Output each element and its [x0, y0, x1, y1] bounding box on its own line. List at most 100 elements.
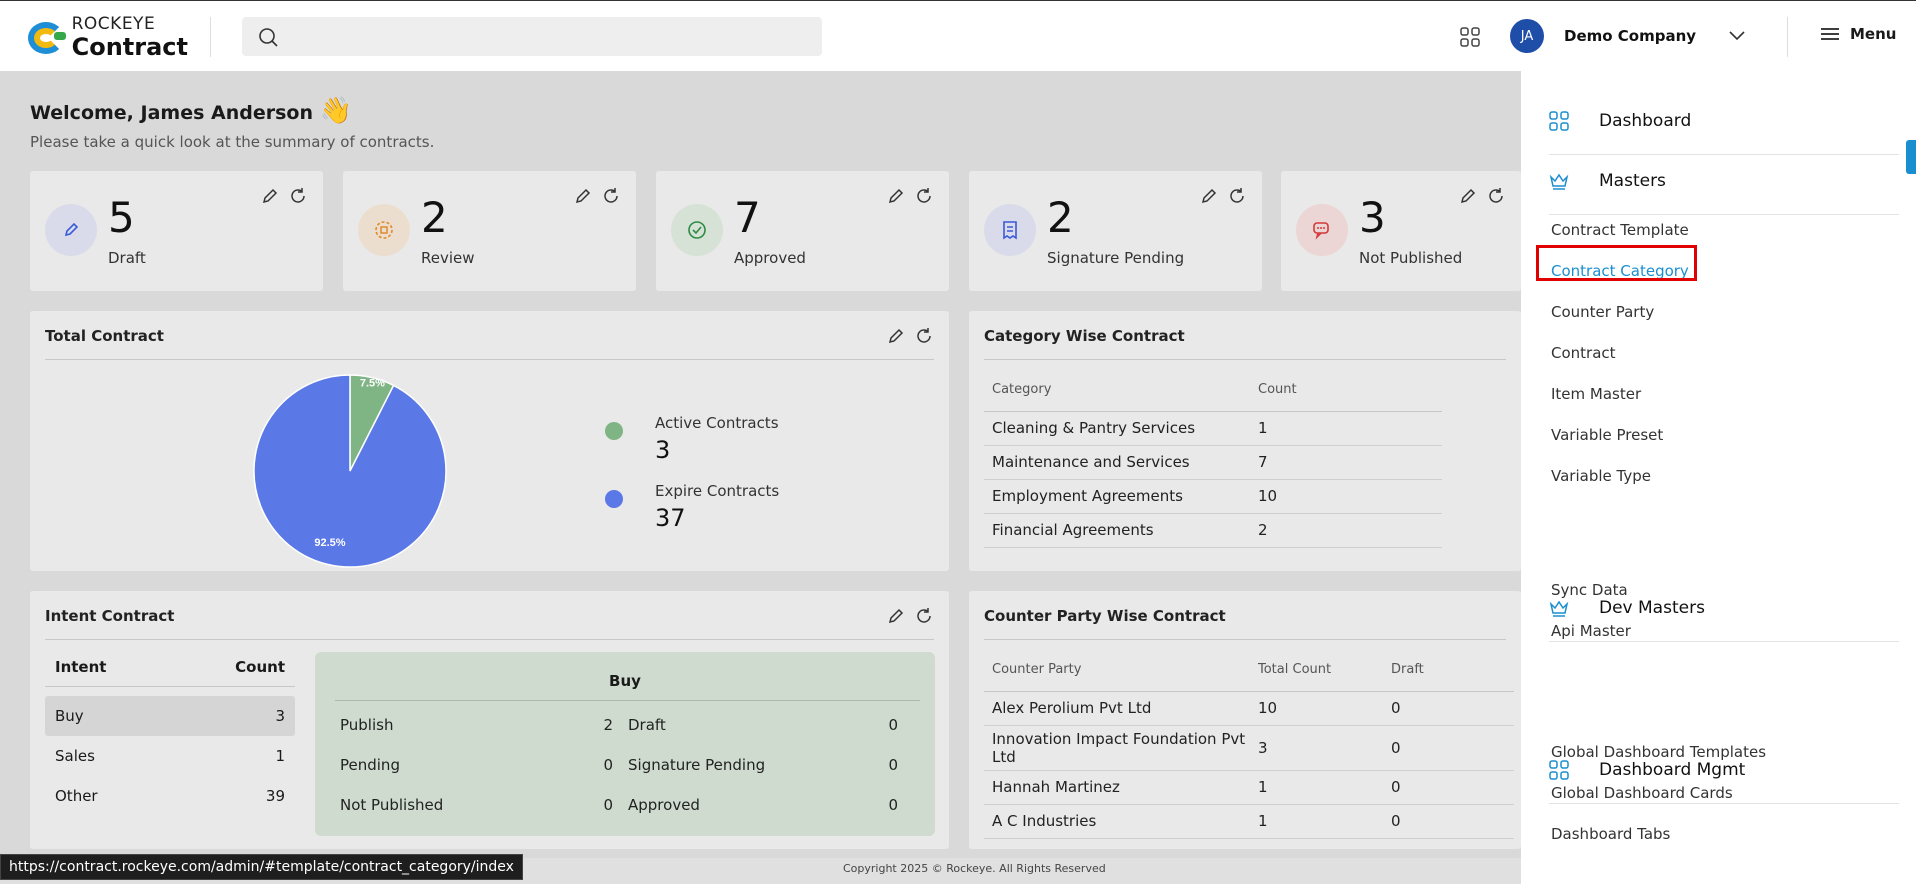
menu-button[interactable]: Menu [1820, 25, 1896, 43]
buy-metric-label: Signature Pending [628, 756, 766, 774]
refresh-icon[interactable] [1228, 187, 1246, 205]
table-row[interactable]: Employment Agreements 10 [984, 479, 1442, 514]
sidebar-section-label: Dashboard Mgmt [1599, 760, 1746, 780]
grid-icon [1549, 760, 1569, 780]
logo-brand: ROCKEYE [71, 13, 156, 34]
sidebar-item-item-master[interactable]: Item Master [1551, 385, 1641, 403]
stat-card-review[interactable]: 2 Review [343, 171, 636, 291]
refresh-icon[interactable] [289, 187, 307, 205]
table-cell: A C Industries [984, 804, 1250, 839]
table-cell: 0 [1383, 770, 1514, 805]
stat-label: Signature Pending [1047, 249, 1185, 267]
header-divider [1787, 17, 1788, 57]
table-cell: Cleaning & Pantry Services [984, 411, 1250, 446]
stat-card-signature-pending[interactable]: 2 Signature Pending [969, 171, 1262, 291]
legend-active: Active Contracts 3 [605, 414, 805, 464]
stat-card-not-published[interactable]: 3 Not Published [1281, 171, 1521, 291]
pie-slice-expire-contracts[interactable] [253, 374, 447, 568]
panel-divider [45, 639, 934, 640]
sidebar-item-contract-template[interactable]: Contract Template [1551, 221, 1689, 239]
table-cell: Innovation Impact Foundation Pvt Ltd [984, 725, 1250, 771]
panel-tools [887, 607, 933, 625]
receipt-icon [984, 204, 1036, 256]
intent-row-other[interactable]: Other 39 [45, 776, 295, 816]
table-row[interactable]: Alex Perolium Pvt Ltd 10 0 [984, 691, 1514, 726]
table-row[interactable]: Cleaning & Pantry Services 1 [984, 411, 1442, 446]
sidebar-item-sync-data[interactable]: Sync Data [1551, 581, 1628, 599]
sidebar-item-api-master[interactable]: Api Master [1551, 622, 1631, 640]
table-cell: 0 [1383, 725, 1514, 771]
table-cell: 0 [1383, 804, 1514, 839]
table-cell: 7 [1250, 445, 1442, 480]
stat-card-draft[interactable]: 5 Draft [30, 171, 323, 291]
intent-table-header: Intent Count [45, 647, 295, 687]
edit-icon[interactable] [887, 607, 905, 625]
buy-summary-box: Buy Publish 2 Pending 0 Not Published 0 … [315, 652, 935, 836]
check-icon [671, 204, 723, 256]
search-input[interactable] [242, 17, 822, 56]
sidebar-section-masters[interactable]: Masters [1549, 155, 1899, 215]
sidebar-item-counter-party[interactable]: Counter Party [1551, 303, 1654, 321]
buy-metric-label: Publish [340, 716, 394, 734]
logo-mark [28, 20, 66, 54]
chat-icon [1296, 204, 1348, 256]
legend-dot-active [605, 422, 623, 440]
stat-label: Not Published [1359, 249, 1463, 267]
panel-title: Intent Contract [45, 607, 175, 625]
edit-icon[interactable] [887, 327, 905, 345]
edit-icon[interactable] [1459, 187, 1477, 205]
intent-row-buy[interactable]: Buy 3 [45, 696, 295, 736]
table-cell: 3 [1250, 725, 1383, 771]
app-logo[interactable]: ROCKEYE Contract [28, 15, 188, 59]
edit-icon[interactable] [1200, 187, 1218, 205]
stat-tools [1200, 187, 1246, 205]
company-name[interactable]: Demo Company [1564, 27, 1696, 45]
apps-grid-icon[interactable] [1460, 27, 1480, 47]
column-header: Draft [1383, 649, 1514, 692]
stat-tools [887, 187, 933, 205]
table-row[interactable]: Hannah Martinez 1 0 [984, 770, 1514, 805]
refresh-icon[interactable] [602, 187, 620, 205]
table-cell: 1 [1250, 770, 1383, 805]
column-header: Counter Party [984, 649, 1250, 692]
table-cell: 1 [1250, 411, 1442, 446]
legend-label: Expire Contracts [655, 482, 780, 500]
sidebar-item-dashboard-tabs[interactable]: Dashboard Tabs [1551, 825, 1670, 843]
table-row[interactable]: A C Industries 1 0 [984, 804, 1514, 839]
sidebar-item-global-dashboard-cards[interactable]: Global Dashboard Cards [1551, 784, 1733, 802]
table-cell: Hannah Martinez [984, 770, 1250, 805]
edit-icon[interactable] [574, 187, 592, 205]
buy-metric-label: Approved [628, 796, 700, 814]
sidebar-item-global-dashboard-templates[interactable]: Global Dashboard Templates [1551, 743, 1766, 761]
table-row[interactable]: Innovation Impact Foundation Pvt Ltd 3 0 [984, 725, 1514, 771]
sidebar-item-variable-type[interactable]: Variable Type [1551, 467, 1651, 485]
refresh-icon[interactable] [915, 187, 933, 205]
edit-icon[interactable] [261, 187, 279, 205]
stat-card-approved[interactable]: 7 Approved [656, 171, 949, 291]
refresh-icon[interactable] [915, 327, 933, 345]
avatar[interactable]: JA [1510, 19, 1544, 53]
edit-icon[interactable] [887, 187, 905, 205]
buy-metric-value: 0 [603, 796, 613, 814]
refresh-icon[interactable] [915, 607, 933, 625]
intent-label: Buy [55, 707, 84, 725]
refresh-icon[interactable] [1487, 187, 1505, 205]
edge-toggle-tab[interactable] [1906, 140, 1916, 174]
table-cell: 2 [1250, 513, 1442, 548]
chevron-down-icon[interactable] [1728, 29, 1746, 43]
sidebar-item-contract[interactable]: Contract [1551, 344, 1616, 362]
sidebar-item-variable-preset[interactable]: Variable Preset [1551, 426, 1663, 444]
legend-value: 3 [655, 436, 671, 464]
intent-row-sales[interactable]: Sales 1 [45, 736, 295, 776]
review-icon [358, 204, 410, 256]
counter-party-table: Counter Party Total Count Draft Alex Per… [984, 649, 1514, 839]
buy-metric-value: 2 [603, 716, 613, 734]
highlight-box [1536, 245, 1697, 281]
sidebar-section-dashboard[interactable]: Dashboard [1549, 95, 1899, 155]
stat-value: 3 [1359, 193, 1386, 242]
welcome-text: Welcome, James Anderson [30, 102, 313, 124]
table-row[interactable]: Financial Agreements 2 [984, 513, 1442, 548]
category-table: Category Count Cleaning & Pantry Service… [984, 369, 1442, 548]
table-cell: 1 [1250, 804, 1383, 839]
table-row[interactable]: Maintenance and Services 7 [984, 445, 1442, 480]
